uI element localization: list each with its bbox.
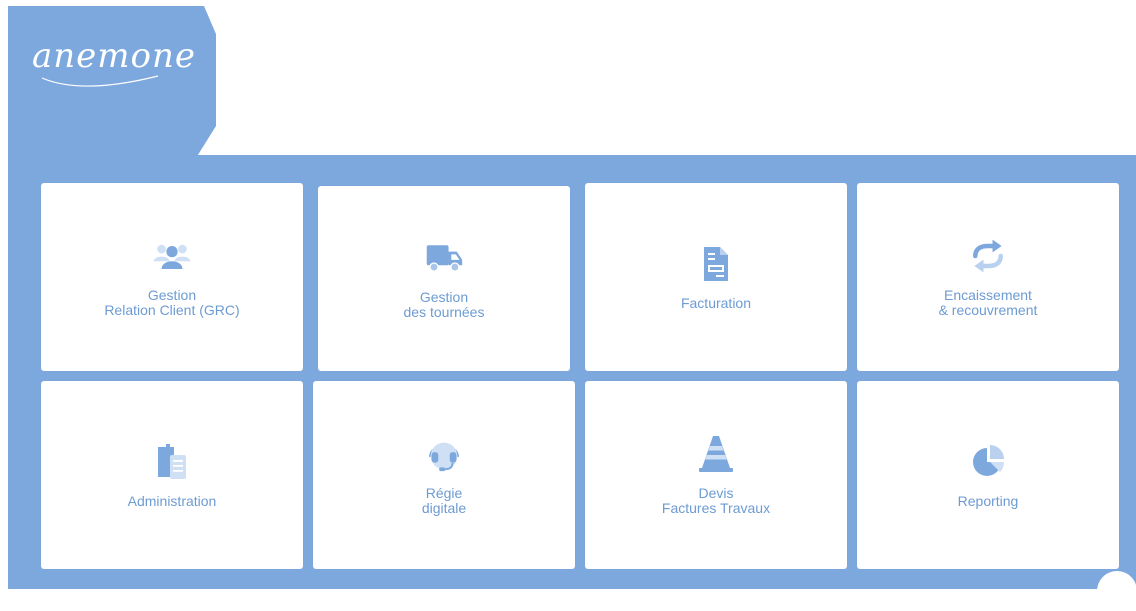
tile-label: Régie digitale — [421, 485, 467, 516]
headset-icon — [424, 434, 464, 474]
tile-label: Gestion Relation Client (GRC) — [104, 287, 240, 318]
pie-chart-icon — [968, 442, 1008, 482]
users-icon — [152, 236, 192, 276]
tile-administration[interactable]: Administration — [41, 381, 303, 569]
tile-facturation[interactable]: Facturation — [585, 183, 847, 371]
tile-label: Administration — [127, 492, 217, 509]
tile-label: Gestion des tournées — [403, 288, 485, 320]
logo[interactable]: anemone — [32, 36, 196, 76]
traffic-cone-icon — [696, 434, 736, 474]
main-panel: Gestion Relation Client (GRC) Gestion de… — [8, 155, 1136, 589]
invoice-icon — [696, 244, 736, 284]
tile-label: Devis Factures Travaux — [661, 485, 771, 516]
tile-encaissement[interactable]: Encaissement & recouvrement — [857, 183, 1119, 371]
logo-swoosh — [41, 75, 159, 87]
exchange-arrows-icon — [968, 236, 1008, 276]
tile-devis-travaux[interactable]: Devis Factures Travaux — [585, 381, 847, 569]
tile-label: Facturation — [680, 294, 752, 311]
tile-reporting[interactable]: Reporting — [857, 381, 1119, 569]
tile-label: Encaissement & recouvrement — [938, 287, 1038, 318]
tile-label: Reporting — [957, 492, 1019, 509]
tile-regie-digitale[interactable]: Régie digitale — [313, 381, 575, 569]
scroll-button[interactable] — [1097, 571, 1136, 611]
truck-icon — [424, 238, 464, 278]
tile-tournees[interactable]: Gestion des tournées — [318, 186, 570, 371]
tile-grc[interactable]: Gestion Relation Client (GRC) — [41, 183, 303, 371]
clipboard-icon — [152, 442, 192, 482]
